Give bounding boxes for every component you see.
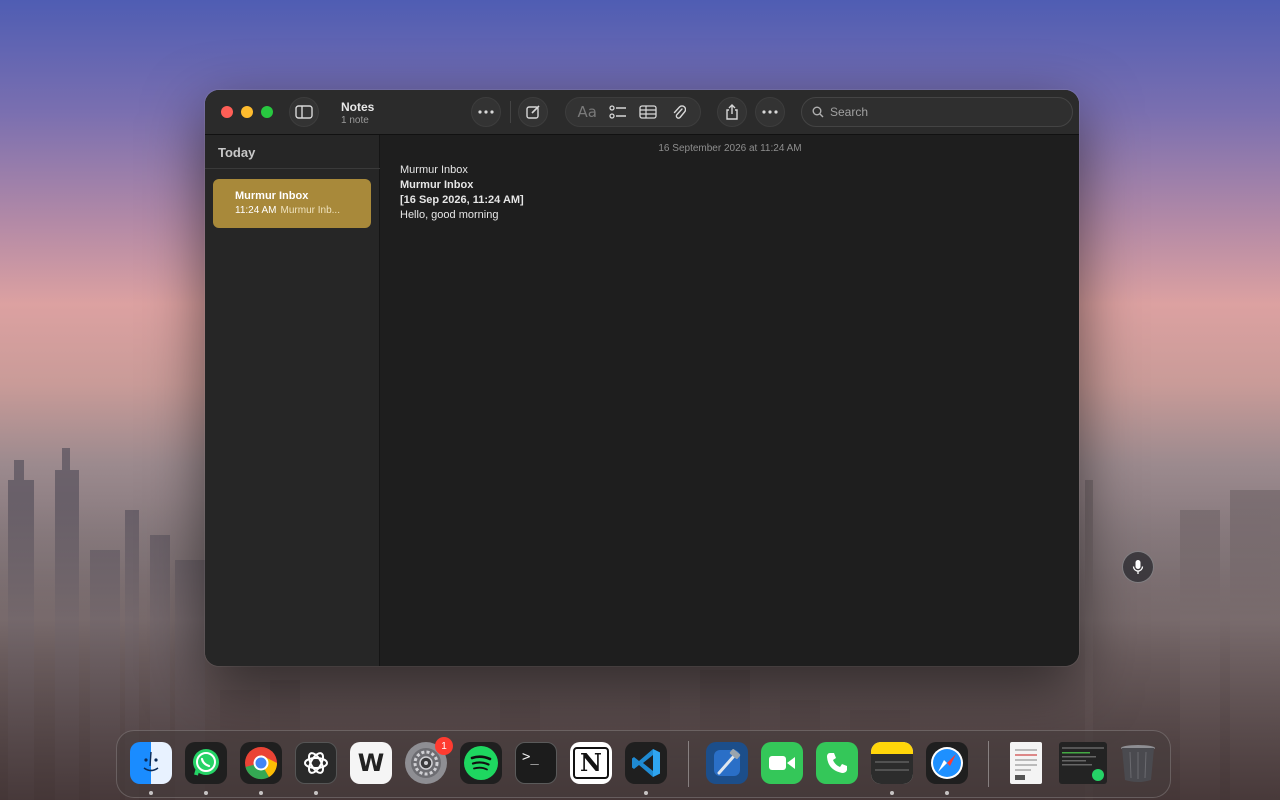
note-body[interactable]: Murmur Inbox Murmur Inbox [16 Sep 2026, … xyxy=(400,163,524,223)
note-count: 1 note xyxy=(341,115,369,126)
toggle-sidebar-button[interactable] xyxy=(289,97,319,127)
facetime-icon xyxy=(769,756,795,770)
wps-icon: W xyxy=(357,749,385,777)
note-line: Murmur Inbox xyxy=(400,179,474,191)
close-window-button[interactable] xyxy=(221,106,233,118)
chrome-icon xyxy=(245,747,278,780)
running-indicator xyxy=(890,791,894,795)
section-heading-today: Today xyxy=(218,145,256,160)
dock: W 1 >_ N xyxy=(116,730,1171,798)
app-title: Notes xyxy=(341,100,375,114)
dock-separator xyxy=(988,741,989,787)
dock-terminal[interactable]: >_ xyxy=(515,742,557,784)
note-line: Murmur Inbox xyxy=(400,164,468,176)
dock-facetime[interactable] xyxy=(761,742,803,784)
xcode-icon xyxy=(714,749,741,776)
ellipsis-icon xyxy=(478,110,494,114)
note-list-item[interactable]: Murmur Inbox 11:24 AM Murmur Inb... xyxy=(213,179,371,228)
attachment-button[interactable] xyxy=(665,100,693,124)
new-note-button[interactable] xyxy=(518,97,548,127)
dock-safari[interactable] xyxy=(926,742,968,784)
note-item-title: Murmur Inbox xyxy=(235,190,309,202)
note-editor[interactable]: 16 September 2026 at 11:24 AM Murmur Inb… xyxy=(381,135,1079,666)
dock-chatgpt[interactable] xyxy=(295,742,337,784)
whatsapp-icon xyxy=(193,749,219,776)
note-item-meta: 11:24 AM Murmur Inb... xyxy=(235,205,371,216)
window-toolbar: Notes 1 note Aa xyxy=(205,90,1079,135)
more-actions-button[interactable] xyxy=(755,97,785,127)
fullscreen-window-button[interactable] xyxy=(261,106,273,118)
dock-xcode[interactable] xyxy=(706,742,748,784)
toolbar-divider xyxy=(510,101,511,123)
note-date: 16 September 2026 at 11:24 AM xyxy=(658,143,802,154)
dock-recent-document[interactable] xyxy=(1010,742,1042,784)
note-item-time: 11:24 AM xyxy=(235,205,277,216)
chatgpt-icon xyxy=(304,752,328,774)
dictation-mic-button[interactable] xyxy=(1122,551,1154,583)
dock-vscode[interactable] xyxy=(625,742,667,784)
format-toolbar-group: Aa xyxy=(565,97,701,127)
notes-window: Notes 1 note Aa Search Today Murmur Inbo… xyxy=(205,90,1079,666)
sidebar-divider xyxy=(205,168,380,169)
notion-icon: N xyxy=(573,747,609,779)
table-icon xyxy=(639,105,657,119)
note-line: [16 Sep 2026, 11:24 AM] xyxy=(400,194,524,206)
ellipsis-icon xyxy=(762,110,778,114)
dock-notes[interactable] xyxy=(871,742,913,784)
dock-whatsapp[interactable] xyxy=(185,742,227,784)
running-indicator xyxy=(204,791,208,795)
more-options-button[interactable] xyxy=(471,97,501,127)
safari-icon xyxy=(931,747,963,779)
dock-recent-screenshot[interactable] xyxy=(1059,742,1107,784)
spotify-icon xyxy=(464,746,498,780)
share-button[interactable] xyxy=(717,97,747,127)
notification-badge: 1 xyxy=(435,737,453,755)
running-indicator xyxy=(149,791,153,795)
sidebar-icon xyxy=(295,105,313,119)
text-format-button[interactable]: Aa xyxy=(573,100,601,124)
search-input[interactable] xyxy=(830,105,1050,119)
running-indicator xyxy=(259,791,263,795)
dock-separator xyxy=(688,741,689,787)
notes-list-sidebar: Today Murmur Inbox 11:24 AM Murmur Inb... xyxy=(205,135,380,666)
terminal-icon: >_ xyxy=(522,749,539,765)
checklist-icon xyxy=(609,105,626,119)
running-indicator xyxy=(945,791,949,795)
search-icon xyxy=(812,106,824,118)
vscode-icon xyxy=(632,749,660,777)
microphone-icon xyxy=(1132,560,1144,574)
screenshot-thumbnail-icon xyxy=(1062,747,1104,781)
document-thumbnail-icon xyxy=(1015,749,1037,780)
trash-icon xyxy=(1121,745,1155,782)
minimize-window-button[interactable] xyxy=(241,106,253,118)
compose-icon xyxy=(526,105,540,119)
table-button[interactable] xyxy=(634,100,662,124)
dock-chrome[interactable] xyxy=(240,742,282,784)
paperclip-icon xyxy=(673,105,686,119)
dock-phone[interactable] xyxy=(816,742,858,784)
dock-system-settings[interactable]: 1 xyxy=(405,737,453,784)
search-field[interactable] xyxy=(801,97,1073,127)
notes-icon xyxy=(871,742,913,784)
dock-notion[interactable]: N xyxy=(570,742,612,784)
running-indicator xyxy=(644,791,648,795)
dock-spotify[interactable] xyxy=(460,742,502,784)
share-icon xyxy=(726,103,738,120)
note-item-preview: Murmur Inb... xyxy=(280,205,340,216)
phone-icon xyxy=(827,753,847,773)
dock-wps-office[interactable]: W xyxy=(350,742,392,784)
dock-finder[interactable] xyxy=(130,742,172,784)
checklist-button[interactable] xyxy=(604,100,632,124)
note-line: Hello, good morning xyxy=(400,209,499,221)
running-indicator xyxy=(314,791,318,795)
finder-icon xyxy=(143,751,159,772)
dock-trash[interactable] xyxy=(1117,742,1159,784)
